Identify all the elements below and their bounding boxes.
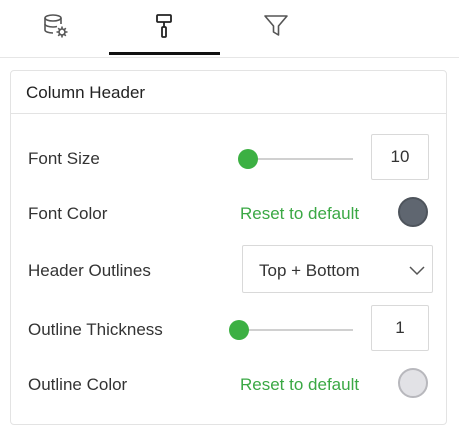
panel-title: Column Header xyxy=(26,83,146,102)
outline-color-swatch[interactable] xyxy=(398,368,428,398)
font-color-label: Font Color xyxy=(28,204,108,223)
font-size-input[interactable] xyxy=(371,134,429,180)
font-size-slider-track[interactable] xyxy=(247,158,353,160)
column-header-panel: Column Header Font Size Font Color Reset… xyxy=(10,70,447,425)
font-size-label: Font Size xyxy=(28,149,100,168)
chevron-down-icon xyxy=(408,263,426,281)
font-size-slider-thumb[interactable] xyxy=(238,149,258,169)
outline-thickness-label: Outline Thickness xyxy=(28,320,163,339)
outline-thickness-input[interactable] xyxy=(371,305,429,351)
header-outlines-value: Top + Bottom xyxy=(259,261,360,280)
database-settings-icon xyxy=(42,12,70,45)
outline-thickness-slider-thumb[interactable] xyxy=(229,320,249,340)
tab-bar xyxy=(0,0,459,58)
paint-roller-icon xyxy=(153,12,177,45)
outline-thickness-slider-track[interactable] xyxy=(237,329,353,331)
active-tab-indicator xyxy=(109,52,220,55)
tab-data[interactable] xyxy=(0,0,111,57)
header-outlines-label: Header Outlines xyxy=(28,261,151,280)
tab-filter[interactable] xyxy=(220,0,331,57)
outline-color-reset-link[interactable]: Reset to default xyxy=(240,375,359,395)
font-color-reset-link[interactable]: Reset to default xyxy=(240,204,359,224)
tab-format[interactable] xyxy=(109,0,220,57)
font-color-swatch[interactable] xyxy=(398,197,428,227)
filter-icon xyxy=(262,12,290,45)
header-outlines-select[interactable]: Top + Bottom xyxy=(242,245,433,293)
panel-header: Column Header xyxy=(11,71,446,114)
outline-color-label: Outline Color xyxy=(28,375,128,394)
